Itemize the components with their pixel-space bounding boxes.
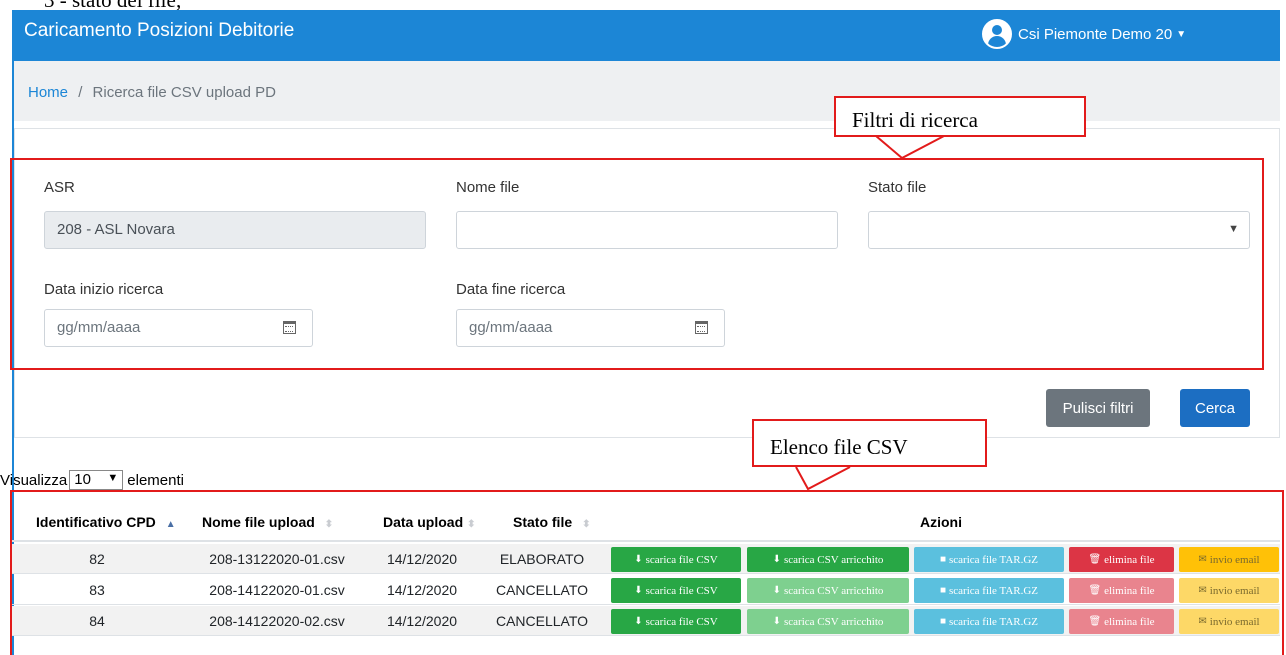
page-size-select[interactable]: 10 ▼ — [69, 470, 124, 490]
column-header-id[interactable]: Identificativo CPD ▲ — [36, 514, 176, 530]
list-callout-pointer — [795, 466, 851, 491]
page-size-suffix: elementi — [127, 471, 184, 489]
send-email-button[interactable]: ✉ invio email — [1179, 547, 1279, 572]
calendar-icon — [283, 321, 296, 334]
document-text-fragment: 3 - stato del file; — [44, 0, 182, 12]
table-row: 83 208-14122020-01.csv 14/12/2020 CANCEL… — [12, 575, 1280, 605]
sort-icon: ⬍ — [582, 519, 591, 530]
filters-callout-pointer — [875, 135, 945, 160]
breadcrumb-current: Ricerca file CSV upload PD — [92, 84, 276, 101]
cell-id: 83 — [89, 582, 105, 598]
asr-label: ASR — [44, 179, 75, 196]
trash-icon: 🗑 — [1088, 554, 1102, 565]
trash-icon: 🗑 — [1088, 585, 1102, 596]
download-targz-button[interactable]: ■ scarica file TAR.GZ — [914, 547, 1064, 572]
breadcrumb-home-link[interactable]: Home — [28, 84, 68, 101]
file-icon: ■ — [939, 616, 946, 627]
stato-file-select[interactable]: ▼ — [868, 211, 1250, 249]
cell-status: CANCELLATO — [495, 582, 589, 598]
download-icon: ⬇ — [772, 616, 781, 627]
send-email-button: ✉ invio email — [1179, 578, 1279, 603]
cell-id: 82 — [89, 551, 105, 567]
cell-file: 208-14122020-02.csv — [209, 613, 345, 629]
delete-file-button: 🗑 elimina file — [1069, 578, 1174, 603]
cell-id: 84 — [89, 613, 105, 629]
top-navbar: Caricamento Posizioni Debitorie Csi Piem… — [12, 10, 1280, 61]
search-button[interactable]: Cerca — [1180, 389, 1250, 427]
column-header-date[interactable]: Data upload ⬍ — [383, 514, 476, 530]
download-targz-button[interactable]: ■ scarica file TAR.GZ — [914, 609, 1064, 634]
calendar-icon — [695, 321, 708, 334]
breadcrumb: Home / Ricerca file CSV upload PD — [28, 84, 276, 101]
cell-file: 208-14122020-01.csv — [209, 582, 345, 598]
user-menu[interactable]: Csi Piemonte Demo 20 ▼ — [982, 18, 1186, 50]
file-icon: ■ — [939, 585, 946, 596]
nome-file-input[interactable] — [456, 211, 838, 249]
table-header: Identificativo CPD ▲ Nome file upload ⬍ Da… — [12, 498, 1280, 542]
download-icon: ⬇ — [634, 554, 643, 565]
delete-file-button: 🗑 elimina file — [1069, 609, 1174, 634]
column-header-actions: Azioni — [920, 514, 962, 530]
sort-icon: ⬍ — [324, 519, 334, 530]
download-icon: ⬇ — [634, 616, 643, 627]
cell-date: 14/12/2020 — [386, 613, 458, 629]
download-enriched-csv-button: ⬇ scarica CSV arricchito — [747, 578, 909, 603]
envelope-icon: ✉ — [1198, 585, 1207, 596]
nome-file-label: Nome file — [456, 179, 520, 196]
download-icon: ⬇ — [634, 585, 643, 596]
download-enriched-csv-button[interactable]: ⬇ scarica CSV arricchito — [747, 547, 909, 572]
chevron-down-icon: ▼ — [107, 472, 119, 484]
user-name: Csi Piemonte Demo 20 — [1018, 25, 1173, 43]
download-csv-button[interactable]: ⬇ scarica file CSV — [611, 578, 741, 603]
data-inizio-calendar-button[interactable] — [269, 309, 313, 347]
list-callout: Elenco file CSV — [752, 419, 987, 467]
envelope-icon: ✉ — [1198, 616, 1207, 627]
breadcrumb-separator: / — [78, 84, 83, 101]
user-avatar-icon — [982, 19, 1012, 49]
cell-status: CANCELLATO — [495, 613, 589, 629]
reset-filters-button[interactable]: Pulisci filtri — [1046, 389, 1150, 427]
data-fine-label: Data fine ricerca — [456, 281, 566, 298]
sort-asc-icon: ▲ — [165, 519, 176, 530]
asr-field: 208 - ASL Novara — [44, 211, 426, 249]
page-size-control: Visualizza 10 ▼ elementi — [0, 470, 184, 490]
cell-date: 14/12/2020 — [386, 551, 458, 567]
caret-down-icon: ▼ — [1176, 28, 1187, 40]
app-title: Caricamento Posizioni Debitorie — [24, 20, 295, 41]
table-row: 82 208-13122020-01.csv 14/12/2020 ELABOR… — [12, 544, 1280, 574]
data-inizio-input[interactable]: gg/mm/aaaa — [44, 309, 270, 347]
download-csv-button[interactable]: ⬇ scarica file CSV — [611, 609, 741, 634]
data-fine-input[interactable]: gg/mm/aaaa — [456, 309, 682, 347]
download-csv-button[interactable]: ⬇ scarica file CSV — [611, 547, 741, 572]
download-enriched-csv-button: ⬇ scarica CSV arricchito — [747, 609, 909, 634]
cell-status: ELABORATO — [499, 551, 585, 567]
file-icon: ■ — [939, 554, 946, 565]
send-email-button: ✉ invio email — [1179, 609, 1279, 634]
trash-icon: 🗑 — [1088, 616, 1102, 627]
data-inizio-label: Data inizio ricerca — [44, 281, 164, 298]
breadcrumb-bar: Home / Ricerca file CSV upload PD — [14, 61, 1280, 121]
download-targz-button[interactable]: ■ scarica file TAR.GZ — [914, 578, 1064, 603]
cell-date: 14/12/2020 — [386, 582, 458, 598]
delete-file-button[interactable]: 🗑 elimina file — [1069, 547, 1174, 572]
data-fine-calendar-button[interactable] — [681, 309, 725, 347]
envelope-icon: ✉ — [1198, 554, 1207, 565]
stato-file-label: Stato file — [868, 179, 927, 196]
table-row: 84 208-14122020-02.csv 14/12/2020 CANCEL… — [12, 606, 1280, 636]
page-size-value: 10 — [74, 471, 91, 488]
column-header-status[interactable]: Stato file ⬍ — [513, 514, 591, 530]
page-size-prefix: Visualizza — [0, 471, 68, 489]
cell-file: 208-13122020-01.csv — [209, 551, 345, 567]
sort-icon: ⬍ — [467, 519, 476, 530]
chevron-down-icon: ▼ — [1228, 223, 1239, 235]
download-icon: ⬇ — [772, 585, 781, 596]
column-header-file[interactable]: Nome file upload ⬍ — [202, 514, 333, 530]
download-icon: ⬇ — [772, 554, 781, 565]
filters-callout: Filtri di ricerca — [834, 96, 1086, 137]
